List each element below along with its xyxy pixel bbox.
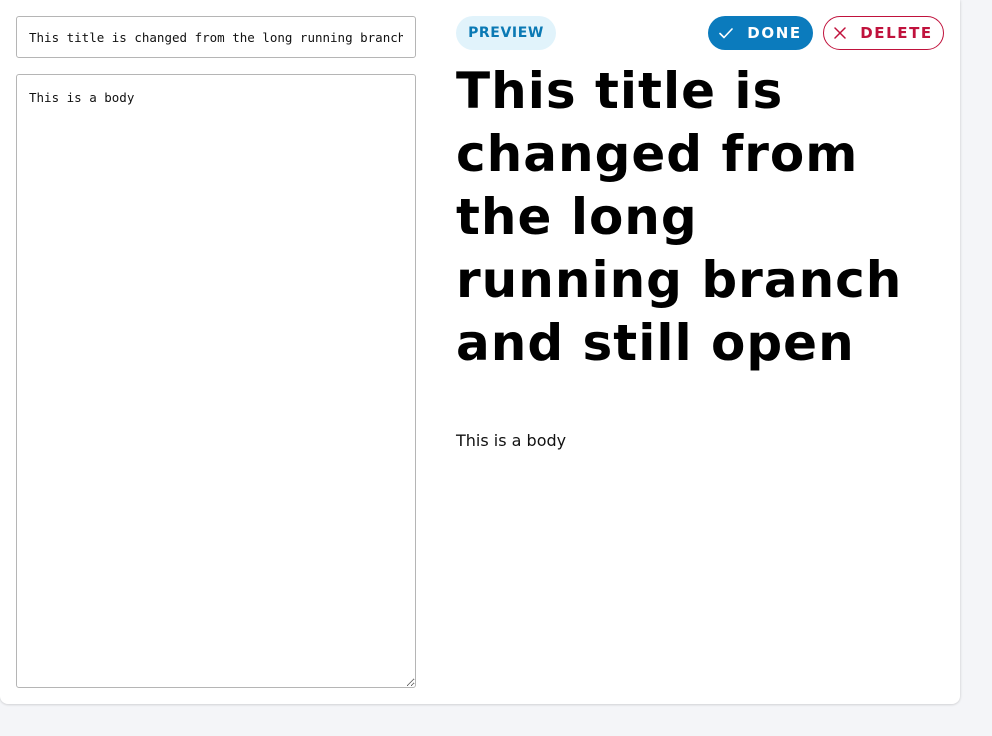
body-textarea[interactable]: This is a body (16, 74, 416, 688)
title-input[interactable] (16, 16, 416, 58)
note-editor-card: This is a body PREVIEW DONE DELETE This … (0, 0, 960, 704)
check-icon (719, 27, 734, 39)
preview-badge: PREVIEW (456, 16, 556, 50)
done-button[interactable]: DONE (708, 16, 813, 50)
delete-button-label: DELETE (860, 24, 933, 42)
preview-title: This title is changed from the long runn… (456, 62, 903, 372)
done-button-label: DONE (747, 24, 802, 42)
preview-body: This is a body (456, 431, 567, 450)
delete-button[interactable]: DELETE (823, 16, 944, 50)
close-icon (834, 27, 846, 39)
